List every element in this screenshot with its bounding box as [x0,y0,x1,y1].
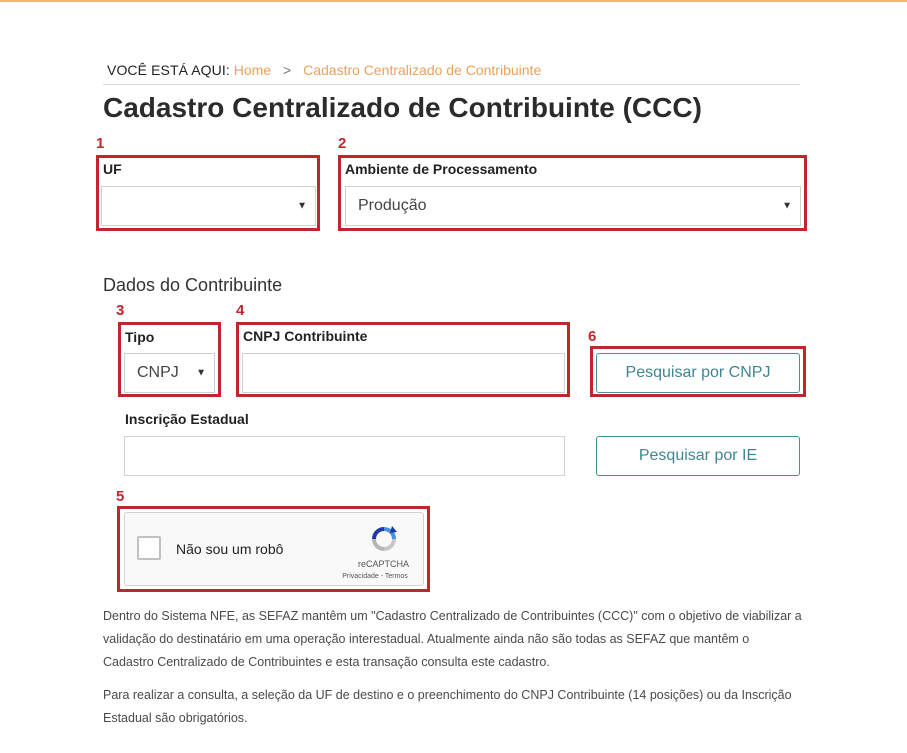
section-title-dados-contribuinte: Dados do Contribuinte [103,275,283,295]
cnpj-label: CNPJ Contribuinte [243,328,368,344]
info-paragraph-1: Dentro do Sistema NFE, as SEFAZ mantêm u… [103,609,802,669]
tipo-label: Tipo [125,329,155,345]
ambiente-label: Ambiente de Processamento [345,161,538,177]
info-paragraph-2: Para realizar a consulta, a seleção da U… [103,688,792,725]
breadcrumb-separator: > [283,62,292,78]
ambiente-select[interactable]: Produção ▼ [345,186,801,226]
recaptcha-brand: reCAPTCHA [357,559,409,569]
annotation-marker-5: 5 [116,488,125,505]
breadcrumb-prefix: VOCÊ ESTÁ AQUI: [107,62,230,78]
breadcrumb: VOCÊ ESTÁ AQUI: Home > Cadastro Centrali… [107,62,541,78]
annotation-marker-3: 3 [116,302,125,319]
annotation-marker-4: 4 [236,302,245,319]
breadcrumb-current-link[interactable]: Cadastro Centralizado de Contribuinte [303,62,541,78]
annotation-marker-1: 1 [96,135,105,152]
recaptcha-links[interactable]: Privacidade - Termos [336,573,414,580]
caret-down-icon: ▼ [782,200,792,212]
annotation-marker-2: 2 [338,135,347,152]
caret-down-icon: ▼ [297,200,307,212]
annotation-marker-6: 6 [588,328,597,345]
recaptcha-logo-icon [372,526,397,551]
uf-label: UF [103,161,122,177]
recaptcha-checkbox[interactable] [137,536,161,560]
cnpj-input[interactable] [242,353,565,393]
search-cnpj-button[interactable]: Pesquisar por CNPJ [596,353,800,393]
ambiente-select-value: Produção [358,197,427,214]
caret-down-icon: ▼ [196,367,206,379]
search-ie-button[interactable]: Pesquisar por IE [596,436,800,476]
ie-label: Inscrição Estadual [125,411,249,427]
breadcrumb-divider [103,84,800,85]
page-title: Cadastro Centralizado de Contribuinte (C… [103,92,702,123]
recaptcha-widget: Não sou um robô reCAPTCHA Privacidade - … [124,512,424,586]
recaptcha-label: Não sou um robô [176,541,284,557]
top-accent-bar [0,0,907,2]
tipo-select-value: CNPJ [137,364,179,381]
tipo-select[interactable]: CNPJ ▼ [124,353,215,393]
breadcrumb-home-link[interactable]: Home [234,62,271,78]
ie-input[interactable] [124,436,565,476]
uf-select[interactable]: ▼ [101,186,316,226]
